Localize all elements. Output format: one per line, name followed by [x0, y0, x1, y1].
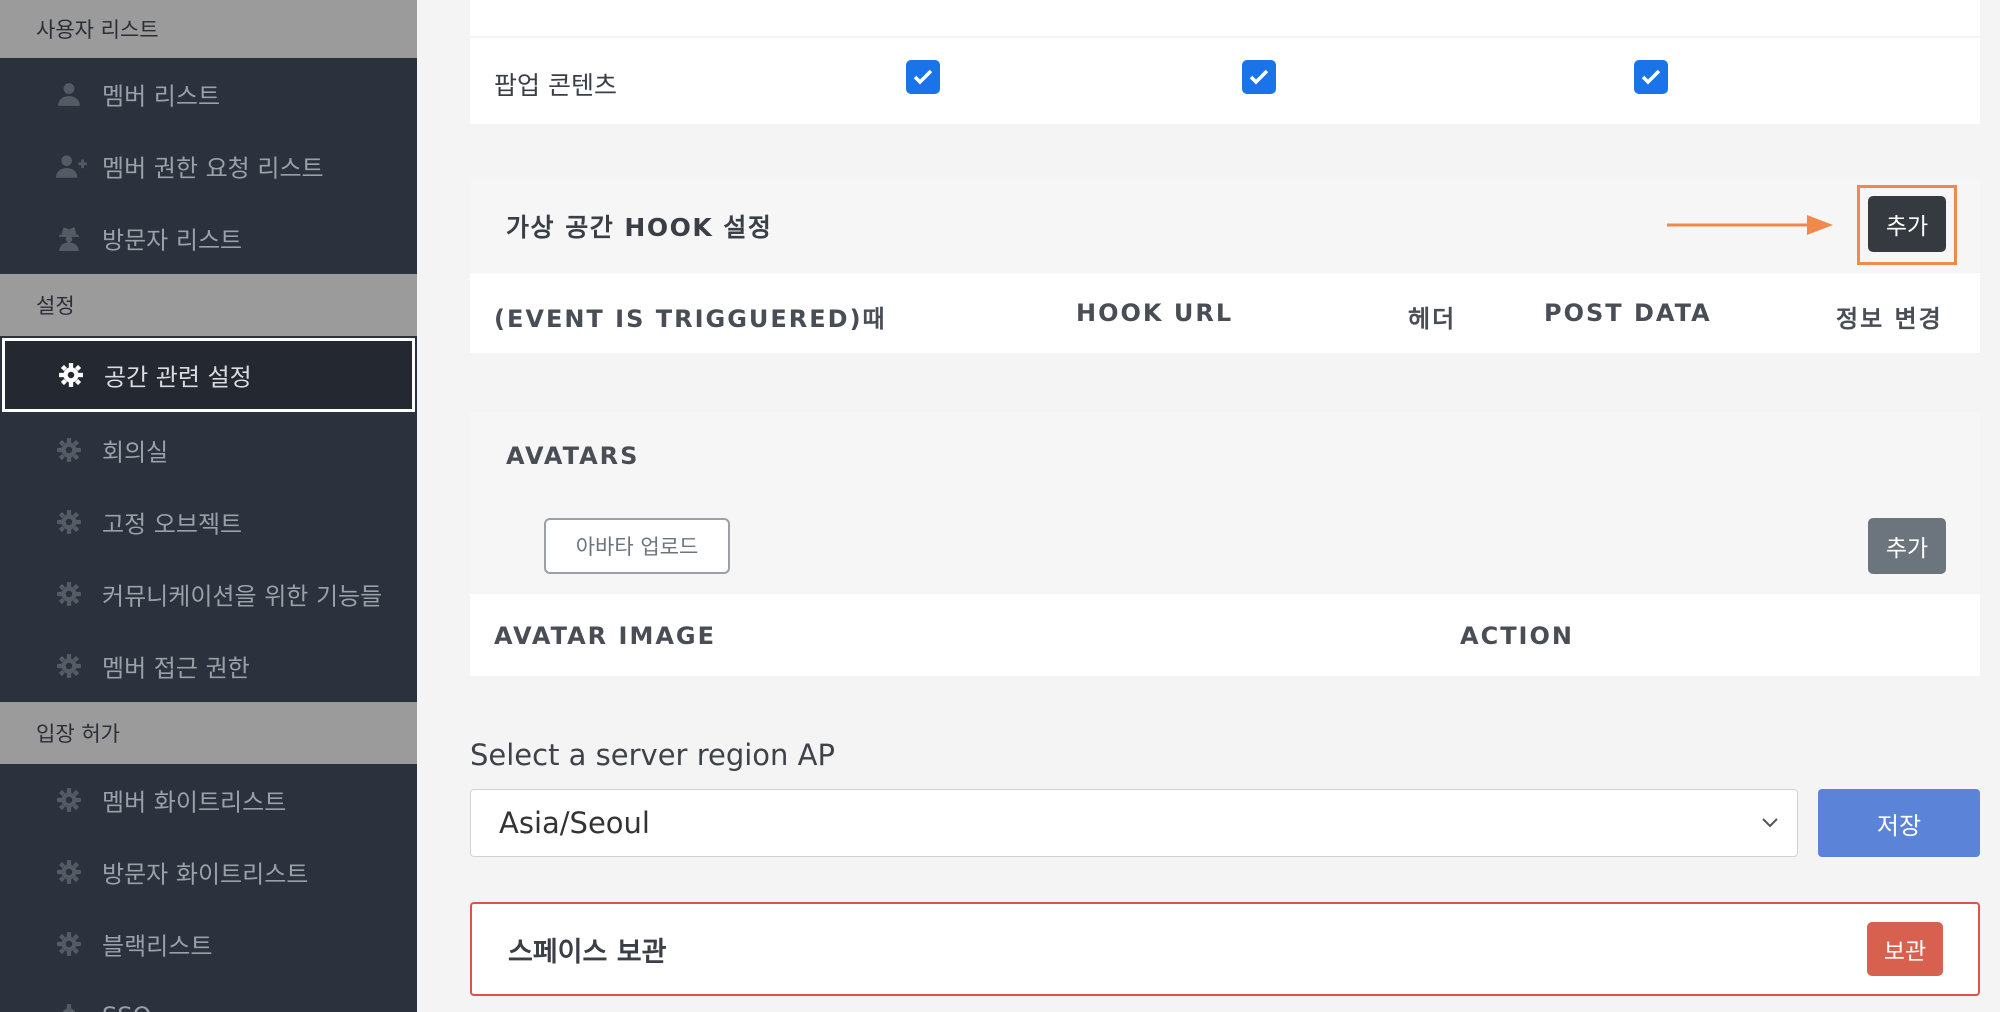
sidebar-item-fixed-object[interactable]: 고정 오브젝트 [0, 486, 417, 558]
checkmark-icon [1249, 69, 1269, 85]
chevron-down-icon [1762, 818, 1778, 828]
avatars-section-title: AVATARS [506, 442, 640, 470]
popup-content-label: 팝업 콘텐츠 [494, 71, 617, 100]
region-save-button[interactable]: 저장 [1818, 789, 1980, 857]
popup-content-row: 팝업 콘텐츠 [470, 38, 1980, 124]
sidebar-section-settings: 설정 [0, 274, 417, 336]
sidebar-item-label: 멤버 접근 권한 [102, 654, 250, 683]
region-select[interactable]: Asia/Seoul [470, 789, 1798, 857]
gear-icon [54, 435, 84, 465]
sidebar-item-visitor-list[interactable]: 방문자 리스트 [0, 202, 417, 274]
sidebar-section-label: 사용자 리스트 [36, 18, 159, 42]
arrow-right-icon [1667, 215, 1833, 235]
main-content: 팝업 콘텐츠 가상 공간 HOOK 설정 추가 (EVENT IS TRIGGU… [417, 0, 2000, 1012]
hook-col-url: HOOK URL [1076, 299, 1234, 327]
sidebar-item-sso[interactable]: SSO [0, 980, 417, 1012]
sidebar-item-communication-features[interactable]: 커뮤니케이션을 위한 기능들 [0, 558, 417, 630]
region-label: Select a server region AP [470, 738, 835, 772]
popup-checkbox-1[interactable] [906, 60, 940, 94]
sidebar-section-user-list: 사용자 리스트 [0, 0, 417, 58]
avatars-col-action: ACTION [1460, 622, 1574, 650]
avatars-table-header: AVATAR IMAGE ACTION [470, 594, 1980, 676]
hook-col-header: 헤더 [1408, 305, 1457, 333]
sidebar-item-blacklist[interactable]: 블랙리스트 [0, 908, 417, 980]
avatar-upload-button[interactable]: 아바타 업로드 [544, 518, 730, 574]
hook-section-title: 가상 공간 HOOK 설정 [506, 213, 773, 242]
sidebar-item-label: 고정 오브젝트 [102, 510, 243, 539]
sidebar-section-label: 설정 [36, 294, 75, 318]
sidebar-item-visitor-whitelist[interactable]: 방문자 화이트리스트 [0, 836, 417, 908]
sidebar: 사용자 리스트 멤버 리스트 멤버 권한 요청 리스트 방문자 리스트 설정 공… [0, 0, 417, 1012]
sidebar-item-member-whitelist[interactable]: 멤버 화이트리스트 [0, 764, 417, 836]
sidebar-item-label: 멤버 화이트리스트 [102, 788, 287, 817]
sidebar-item-label: 블랙리스트 [102, 932, 213, 961]
avatars-col-image: AVATAR IMAGE [494, 622, 716, 650]
user-secret-icon [54, 223, 84, 253]
gear-icon [54, 785, 84, 815]
sidebar-item-label: 방문자 화이트리스트 [102, 860, 309, 889]
sidebar-item-label: 커뮤니케이션을 위한 기능들 [102, 582, 383, 611]
checkmark-icon [913, 69, 933, 85]
gear-icon [54, 579, 84, 609]
archive-space-card: 스페이스 보관 [470, 902, 1980, 996]
sidebar-item-member-permission-request-list[interactable]: 멤버 권한 요청 리스트 [0, 130, 417, 202]
hook-col-edit: 정보 변경 [1836, 305, 1943, 333]
sidebar-item-label: 공간 관련 설정 [104, 363, 252, 392]
hook-table-header: (EVENT IS TRIGGUERED)때 HOOK URL 헤더 POST … [470, 273, 1980, 353]
sidebar-item-meeting-room[interactable]: 회의실 [0, 414, 417, 486]
sidebar-item-label: 회의실 [102, 438, 169, 467]
sidebar-section-entry-permission: 입장 허가 [0, 702, 417, 764]
gear-icon [54, 857, 84, 887]
gear-icon [54, 1001, 84, 1012]
sidebar-item-label: SSO [102, 1002, 151, 1012]
sidebar-item-space-settings[interactable]: 공간 관련 설정 [2, 338, 415, 412]
sidebar-item-label: 멤버 리스트 [102, 82, 221, 111]
checkmark-icon [1641, 69, 1661, 85]
archive-space-title: 스페이스 보관 [508, 937, 667, 968]
gear-icon [54, 507, 84, 537]
sidebar-item-label: 멤버 권한 요청 리스트 [102, 154, 324, 183]
sidebar-item-member-access[interactable]: 멤버 접근 권한 [0, 630, 417, 702]
region-select-value: Asia/Seoul [499, 806, 650, 840]
sidebar-section-label: 입장 허가 [36, 722, 120, 746]
avatar-add-button[interactable]: 추가 [1868, 518, 1946, 574]
hook-col-event: (EVENT IS TRIGGUERED)때 [494, 305, 887, 333]
gear-icon [54, 929, 84, 959]
popup-checkbox-2[interactable] [1242, 60, 1276, 94]
top-card-fragment [470, 0, 1980, 36]
sidebar-item-label: 방문자 리스트 [102, 226, 243, 255]
hook-add-button[interactable]: 추가 [1868, 196, 1946, 252]
popup-checkbox-3[interactable] [1634, 60, 1668, 94]
user-icon [54, 79, 84, 109]
user-plus-icon [54, 151, 90, 181]
gear-icon [56, 360, 86, 390]
hook-col-post-data: POST DATA [1544, 299, 1712, 327]
sidebar-item-member-list[interactable]: 멤버 리스트 [0, 58, 417, 130]
gear-icon [54, 651, 84, 681]
archive-button[interactable]: 보관 [1867, 922, 1943, 976]
